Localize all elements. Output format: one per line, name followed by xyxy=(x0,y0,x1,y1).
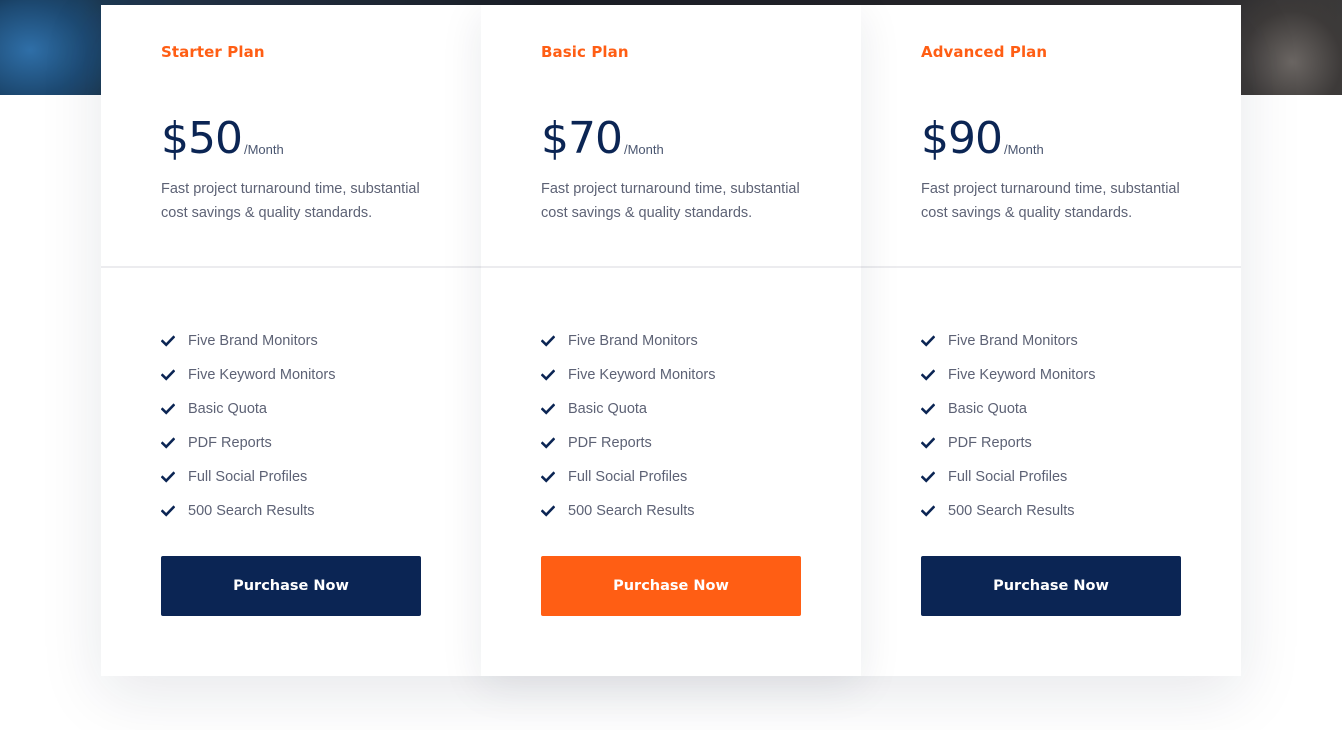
feature-label: 500 Search Results xyxy=(188,503,315,519)
feature-item: Five Brand Monitors xyxy=(921,324,1181,358)
check-icon xyxy=(921,334,935,348)
price-row: $50 /Month xyxy=(161,111,421,161)
feature-item: Full Social Profiles xyxy=(921,460,1181,494)
feature-label: Five Keyword Monitors xyxy=(568,367,716,383)
check-icon xyxy=(161,470,175,484)
check-icon xyxy=(541,504,555,518)
check-icon xyxy=(921,402,935,416)
feature-item: 500 Search Results xyxy=(541,494,801,528)
feature-label: PDF Reports xyxy=(188,435,272,451)
feature-label: PDF Reports xyxy=(568,435,652,451)
feature-item: Basic Quota xyxy=(921,392,1181,426)
check-icon xyxy=(921,504,935,518)
plan-name: Basic Plan xyxy=(541,43,629,61)
divider xyxy=(481,266,861,268)
feature-item: Basic Quota xyxy=(541,392,801,426)
feature-label: Five Keyword Monitors xyxy=(948,367,1096,383)
feature-label: Basic Quota xyxy=(568,401,647,417)
feature-item: PDF Reports xyxy=(161,426,421,460)
card-header: Basic Plan $70 /Month Fast project turna… xyxy=(481,5,861,267)
price-row: $90 /Month xyxy=(921,111,1181,161)
check-icon xyxy=(541,368,555,382)
check-icon xyxy=(921,368,935,382)
price-row: $70 /Month xyxy=(541,111,801,161)
feature-label: PDF Reports xyxy=(948,435,1032,451)
check-icon xyxy=(541,470,555,484)
check-icon xyxy=(161,402,175,416)
plan-name: Starter Plan xyxy=(161,43,265,61)
feature-item: PDF Reports xyxy=(921,426,1181,460)
feature-label: Full Social Profiles xyxy=(948,469,1068,485)
check-icon xyxy=(541,402,555,416)
price-period: /Month xyxy=(623,142,664,157)
price-period: /Month xyxy=(243,142,284,157)
pricing-card-starter: Starter Plan $50 /Month Fast project tur… xyxy=(101,5,481,676)
feature-item: Five Keyword Monitors xyxy=(921,358,1181,392)
check-icon xyxy=(541,334,555,348)
feature-list: Five Brand Monitors Five Keyword Monitor… xyxy=(481,267,861,528)
feature-item: 500 Search Results xyxy=(921,494,1181,528)
check-icon xyxy=(161,334,175,348)
card-header: Starter Plan $50 /Month Fast project tur… xyxy=(101,5,481,267)
check-icon xyxy=(161,436,175,450)
plan-description: Fast project turnaround time, substantia… xyxy=(921,181,1180,221)
plan-price: $70 xyxy=(541,113,623,164)
feature-label: Five Brand Monitors xyxy=(948,333,1078,349)
feature-label: Full Social Profiles xyxy=(568,469,688,485)
feature-label: Basic Quota xyxy=(188,401,267,417)
feature-label: 500 Search Results xyxy=(568,503,695,519)
feature-item: Full Social Profiles xyxy=(161,460,421,494)
check-icon xyxy=(161,368,175,382)
plan-price: $90 xyxy=(921,113,1003,164)
feature-list: Five Brand Monitors Five Keyword Monitor… xyxy=(861,267,1241,528)
feature-item: Five Keyword Monitors xyxy=(541,358,801,392)
purchase-now-button[interactable]: Purchase Now xyxy=(161,556,421,616)
pricing-card-basic: Basic Plan $70 /Month Fast project turna… xyxy=(481,5,861,676)
feature-label: 500 Search Results xyxy=(948,503,1075,519)
feature-label: Five Keyword Monitors xyxy=(188,367,336,383)
divider xyxy=(861,266,1241,268)
pricing-card-advanced: Advanced Plan $90 /Month Fast project tu… xyxy=(861,5,1241,676)
check-icon xyxy=(541,436,555,450)
price-period: /Month xyxy=(1003,142,1044,157)
feature-label: Basic Quota xyxy=(948,401,1027,417)
plan-description: Fast project turnaround time, substantia… xyxy=(161,181,420,221)
feature-item: Five Brand Monitors xyxy=(541,324,801,358)
feature-label: Full Social Profiles xyxy=(188,469,308,485)
purchase-now-button[interactable]: Purchase Now xyxy=(921,556,1181,616)
divider xyxy=(101,266,481,268)
plan-description: Fast project turnaround time, substantia… xyxy=(541,181,800,221)
feature-item: Five Brand Monitors xyxy=(161,324,421,358)
feature-item: Five Keyword Monitors xyxy=(161,358,421,392)
pricing-table: Starter Plan $50 /Month Fast project tur… xyxy=(101,5,1241,676)
check-icon xyxy=(161,504,175,518)
check-icon xyxy=(921,436,935,450)
plan-name: Advanced Plan xyxy=(921,43,1048,61)
feature-item: Full Social Profiles xyxy=(541,460,801,494)
card-header: Advanced Plan $90 /Month Fast project tu… xyxy=(861,5,1241,267)
feature-item: PDF Reports xyxy=(541,426,801,460)
feature-list: Five Brand Monitors Five Keyword Monitor… xyxy=(101,267,481,528)
feature-item: Basic Quota xyxy=(161,392,421,426)
feature-label: Five Brand Monitors xyxy=(188,333,318,349)
check-icon xyxy=(921,470,935,484)
plan-price: $50 xyxy=(161,113,243,164)
purchase-now-button[interactable]: Purchase Now xyxy=(541,556,801,616)
feature-item: 500 Search Results xyxy=(161,494,421,528)
feature-label: Five Brand Monitors xyxy=(568,333,698,349)
